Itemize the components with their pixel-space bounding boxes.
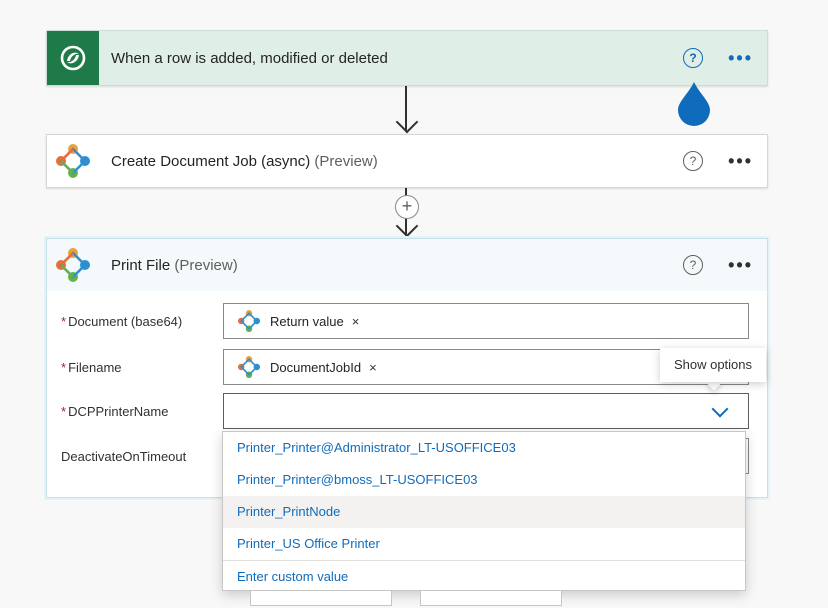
dcp-printer-name-select[interactable] <box>223 393 749 429</box>
more-options-icon[interactable]: ••• <box>728 152 753 170</box>
field-label-text: DeactivateOnTimeout <box>61 448 187 464</box>
bottom-button-partial[interactable] <box>250 590 392 606</box>
dropdown-option[interactable]: Printer_US Office Printer <box>223 528 745 560</box>
encodian-logo-icon <box>237 355 261 379</box>
dropdown-option[interactable]: Printer_Printer@Administrator_LT-USOFFIC… <box>223 432 745 464</box>
encodian-logo-icon <box>237 309 261 333</box>
trigger-card[interactable]: When a row is added, modified or deleted… <box>46 30 768 86</box>
remove-token-icon[interactable]: × <box>352 314 360 329</box>
token-label: Return value <box>270 313 344 329</box>
preview-label: (Preview) <box>174 256 238 274</box>
step-title: Create Document Job (async) (Preview) <box>111 153 378 170</box>
help-icon[interactable]: ? <box>683 48 703 68</box>
dropdown-option[interactable]: Printer_Printer@bmoss_LT-USOFFICE03 <box>223 464 745 496</box>
field-dcp-printer-name: * DCPPrinterName <box>61 393 749 429</box>
field-label: DeactivateOnTimeout <box>61 449 223 464</box>
required-marker: * <box>61 403 67 419</box>
step-title: Print File (Preview) <box>111 257 238 274</box>
field-label-text: Document (base64) <box>68 313 183 329</box>
encodian-logo-icon <box>47 239 99 291</box>
step-title-text: Create Document Job (async) <box>111 152 311 170</box>
help-icon[interactable]: ? <box>683 151 703 171</box>
encodian-logo-icon <box>47 135 99 187</box>
help-icon[interactable]: ? <box>683 255 703 275</box>
field-label-text: Filename <box>68 359 122 375</box>
field-document-base64: * Document (base64) Return value × <box>61 303 749 339</box>
field-filename: * Filename DocumentJobId × <box>61 349 749 385</box>
field-label: * Document (base64) <box>61 314 223 329</box>
trigger-title: When a row is added, modified or deleted <box>111 49 388 67</box>
more-options-icon[interactable]: ••• <box>728 49 753 67</box>
printer-options-dropdown[interactable]: Printer_Printer@Administrator_LT-USOFFIC… <box>222 431 746 591</box>
print-file-header[interactable]: Print File (Preview) ? ••• <box>47 239 767 291</box>
preview-label: (Preview) <box>314 152 378 170</box>
more-options-icon[interactable]: ••• <box>728 256 753 274</box>
insert-step-button[interactable]: + <box>395 195 419 219</box>
field-label-text: DCPPrinterName <box>68 403 169 419</box>
field-label: * Filename <box>61 360 223 375</box>
token-label: DocumentJobId <box>270 359 362 375</box>
trigger-header[interactable]: When a row is added, modified or deleted… <box>47 31 767 85</box>
dynamic-content-token[interactable]: DocumentJobId × <box>236 354 377 380</box>
remove-token-icon[interactable]: × <box>369 360 377 375</box>
field-label: * DCPPrinterName <box>61 404 223 419</box>
bottom-button-partial[interactable] <box>420 590 562 606</box>
show-options-tooltip: Show options <box>660 348 766 382</box>
create-document-job-card[interactable]: Create Document Job (async) (Preview) ? … <box>46 134 768 188</box>
required-marker: * <box>61 359 67 375</box>
drop-indicator-icon <box>678 82 710 126</box>
dataverse-logo-icon <box>47 31 99 85</box>
enter-custom-value-option[interactable]: Enter custom value <box>223 561 745 593</box>
dropdown-option[interactable]: Printer_PrintNode <box>223 496 745 528</box>
required-marker: * <box>61 313 67 329</box>
step-title-text: Print File <box>111 256 171 274</box>
document-base64-input[interactable]: Return value × <box>223 303 749 339</box>
create-document-job-header[interactable]: Create Document Job (async) (Preview) ? … <box>47 135 767 187</box>
dynamic-content-token[interactable]: Return value × <box>236 308 359 334</box>
chevron-down-icon[interactable] <box>711 400 729 418</box>
